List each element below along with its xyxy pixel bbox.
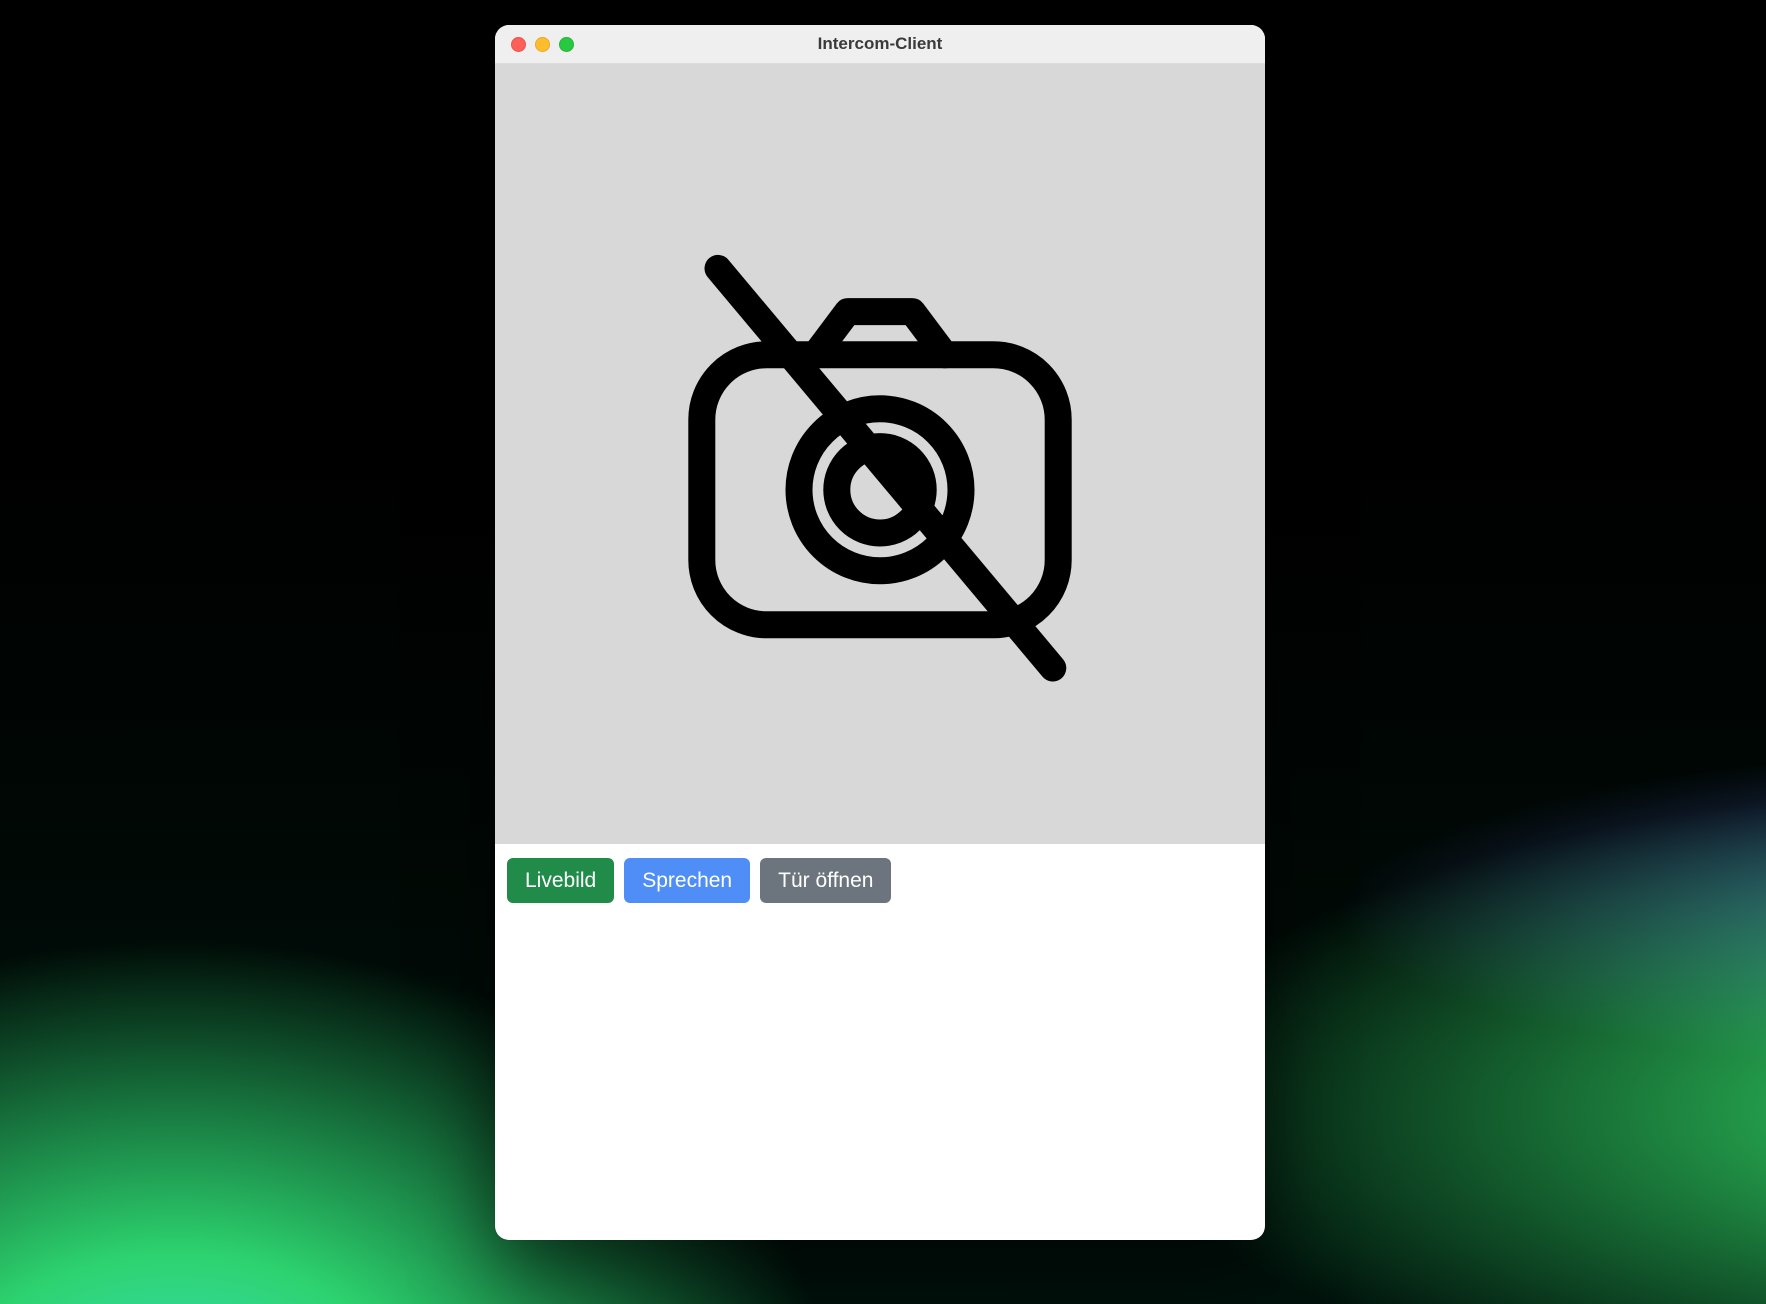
sprechen-button[interactable]: Sprechen	[624, 858, 750, 903]
livebild-button[interactable]: Livebild	[507, 858, 614, 903]
video-preview-area	[495, 64, 1265, 844]
desktop-wallpaper: Intercom-Client	[0, 0, 1766, 1304]
window-controls	[511, 37, 574, 52]
action-button-row: Livebild Sprechen Tür öffnen	[495, 844, 1265, 917]
close-window-button[interactable]	[511, 37, 526, 52]
intercom-client-window: Intercom-Client	[495, 25, 1265, 1240]
window-title: Intercom-Client	[818, 34, 943, 54]
minimize-window-button[interactable]	[535, 37, 550, 52]
tuer-oeffnen-button[interactable]: Tür öffnen	[760, 858, 891, 903]
maximize-window-button[interactable]	[559, 37, 574, 52]
no-camera-icon	[610, 182, 1150, 727]
titlebar[interactable]: Intercom-Client	[495, 25, 1265, 64]
